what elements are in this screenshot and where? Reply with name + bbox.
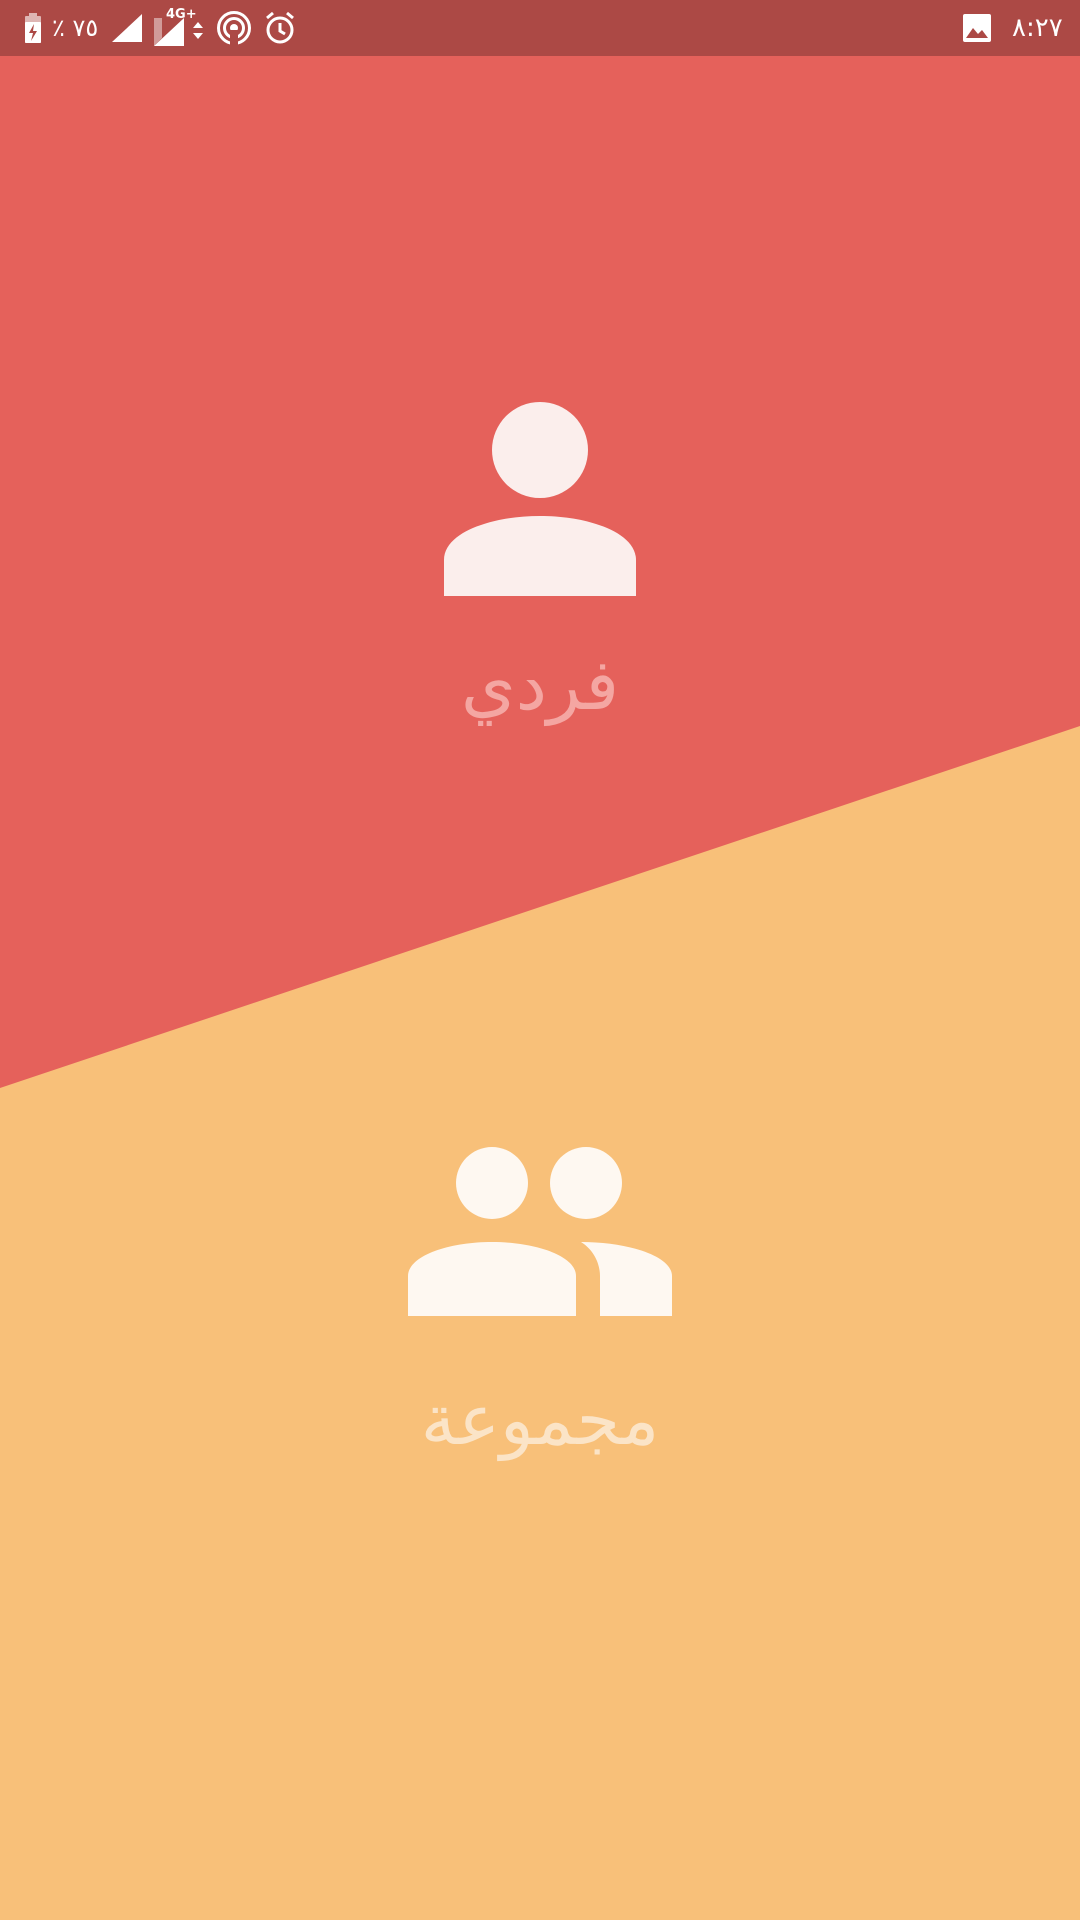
alarm-icon [264, 0, 296, 56]
network-type: 4G+ [166, 6, 197, 22]
individual-label: فردي [460, 644, 620, 726]
person-icon [444, 402, 636, 600]
split-background [0, 56, 1080, 1920]
status-bar: ٪ ٧٥ 4G+ ٨:٢٧ [0, 0, 1080, 56]
battery-percent: ٪ ٧٥ [52, 14, 99, 42]
hotspot-icon [216, 0, 252, 56]
signal-icon [110, 0, 144, 56]
image-notification-icon [962, 0, 992, 56]
group-option[interactable]: مجموعة [0, 1110, 1080, 1480]
battery-charging-icon [24, 0, 42, 56]
group-icon [408, 1146, 672, 1320]
individual-option[interactable]: فردي [0, 370, 1080, 740]
clock: ٨:٢٧ [1012, 13, 1063, 43]
group-label: مجموعة [420, 1379, 660, 1461]
